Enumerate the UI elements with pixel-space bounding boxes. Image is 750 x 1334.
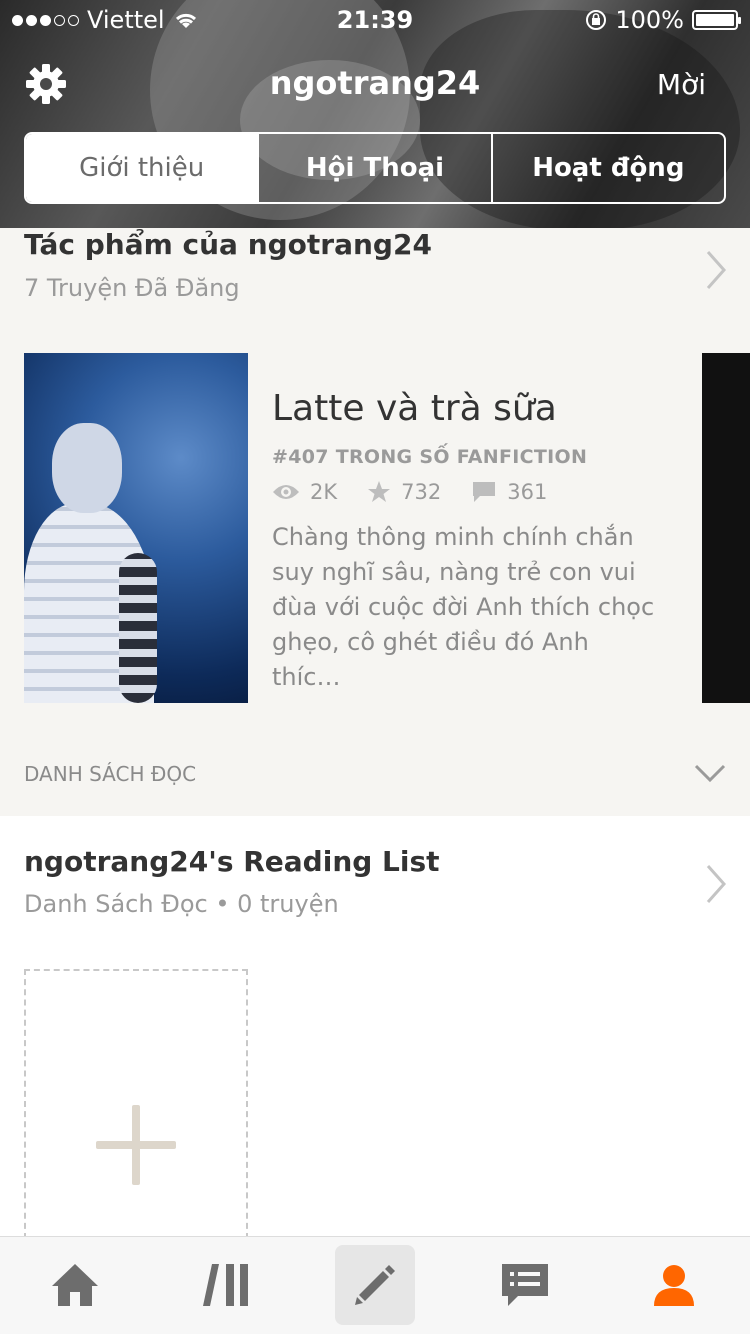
star-icon bbox=[368, 481, 391, 502]
story-stats: 2K 732 361 bbox=[272, 480, 577, 504]
votes-count: 732 bbox=[401, 480, 442, 504]
profile-header: Viettel 21:39 100% ngotrang24 Mời Giới t… bbox=[0, 0, 750, 228]
tab-activity[interactable]: Hoạt động bbox=[490, 134, 724, 202]
nav-messages[interactable] bbox=[485, 1245, 565, 1325]
profile-icon bbox=[654, 1265, 694, 1306]
reads-count: 2K bbox=[310, 480, 338, 504]
comments-count: 361 bbox=[507, 480, 548, 504]
library-icon bbox=[203, 1264, 248, 1306]
nav-write[interactable] bbox=[335, 1245, 415, 1325]
reading-list-section-label: DANH SÁCH ĐỌC bbox=[24, 762, 197, 786]
chevron-right-icon[interactable] bbox=[702, 862, 730, 906]
comment-icon bbox=[473, 482, 496, 502]
nav-profile[interactable] bbox=[634, 1245, 714, 1325]
nav-home[interactable] bbox=[35, 1245, 115, 1325]
reading-list-subtitle: Danh Sách Đọc • 0 truyện bbox=[24, 890, 339, 918]
messages-icon bbox=[502, 1264, 548, 1306]
story-rank: #407 TRONG SỐ FANFICTION bbox=[272, 446, 588, 468]
profile-tabs: Giới thiệu Hội Thoại Hoạt động bbox=[24, 132, 726, 204]
story-description: Chàng thông minh chính chắn suy nghĩ sâu… bbox=[272, 523, 655, 691]
nav-library[interactable] bbox=[186, 1245, 266, 1325]
chevron-down-icon[interactable] bbox=[694, 762, 726, 786]
battery-percent: 100% bbox=[615, 6, 684, 34]
works-count: 7 Truyện Đã Đăng bbox=[24, 274, 240, 302]
pencil-icon bbox=[355, 1265, 395, 1305]
battery-icon bbox=[692, 10, 741, 30]
invite-button[interactable]: Mời bbox=[657, 68, 706, 101]
story-title[interactable]: Latte và trà sữa bbox=[272, 388, 557, 429]
next-story-cover[interactable] bbox=[702, 353, 750, 703]
bottom-tab-bar bbox=[0, 1236, 750, 1334]
add-story-placeholder[interactable] bbox=[24, 969, 248, 1239]
story-cover[interactable] bbox=[24, 353, 248, 703]
eye-icon bbox=[273, 485, 299, 499]
works-section-title[interactable]: Tác phẩm của ngotrang24 bbox=[24, 228, 432, 261]
reading-list-title[interactable]: ngotrang24's Reading List bbox=[24, 845, 440, 878]
orientation-lock-icon bbox=[586, 10, 607, 30]
status-bar: Viettel 21:39 100% bbox=[0, 0, 750, 40]
tab-conversations[interactable]: Hội Thoại bbox=[257, 134, 490, 202]
tab-about[interactable]: Giới thiệu bbox=[26, 134, 258, 202]
page-title: ngotrang24 bbox=[269, 64, 481, 102]
chevron-right-icon[interactable] bbox=[702, 248, 730, 292]
home-icon bbox=[52, 1264, 98, 1306]
